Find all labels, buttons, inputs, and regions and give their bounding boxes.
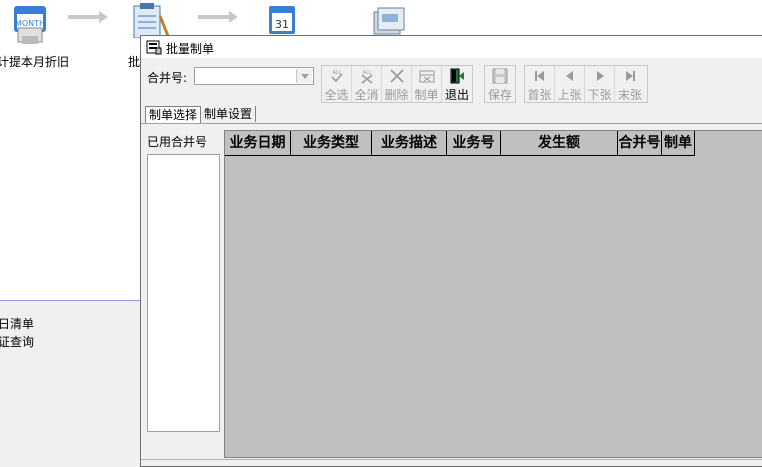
tab-voucher-selection[interactable]: 制单选择 xyxy=(145,106,202,123)
first-icon xyxy=(535,71,544,81)
tab-voucher-settings[interactable]: 制单设置 xyxy=(201,106,257,122)
column-business-number[interactable]: 业务号 xyxy=(447,131,501,156)
calendar-month-icon[interactable]: MONTH xyxy=(10,2,50,46)
merge-number-select[interactable] xyxy=(194,67,314,85)
previous-record-label: 上张 xyxy=(557,88,582,102)
document-stack-icon[interactable] xyxy=(368,2,408,36)
save-label: 保存 xyxy=(487,88,512,102)
used-merge-numbers-label: 已用合并号 xyxy=(147,135,208,149)
delete-x-icon xyxy=(390,69,404,83)
last-record-button[interactable]: 末张 xyxy=(615,66,645,102)
first-record-label: 首张 xyxy=(527,88,552,102)
column-business-description[interactable]: 业务描述 xyxy=(372,131,447,156)
next-record-label: 下张 xyxy=(587,88,612,102)
delete-button[interactable]: 删除 xyxy=(382,66,412,102)
first-record-button[interactable]: 首张 xyxy=(525,66,555,102)
make-voucher-label: 制单 xyxy=(414,88,439,102)
next-icon xyxy=(597,71,604,81)
svg-text:ALL: ALL xyxy=(363,70,372,76)
select-all-button[interactable]: ALL 全选 xyxy=(322,66,352,102)
delete-label: 删除 xyxy=(384,88,409,102)
column-business-date[interactable]: 业务日期 xyxy=(225,131,291,156)
column-merge-number[interactable]: 合并号 xyxy=(618,131,662,156)
chevron-down-icon[interactable] xyxy=(296,69,312,83)
app-icon xyxy=(146,40,162,55)
calendar-day-icon[interactable]: 31 xyxy=(265,2,301,36)
batch-voucher-dialog: 批量制单 合并号: ALL 全选 ALL 全消 删除 制单 退出 保存 首张 上… xyxy=(140,35,762,467)
side-link-daily-list[interactable]: 日清单 xyxy=(0,315,34,332)
save-button[interactable]: 保存 xyxy=(485,66,515,102)
used-merge-numbers-list[interactable] xyxy=(147,154,220,432)
dialog-title: 批量制单 xyxy=(166,42,215,56)
svg-text:MONTH: MONTH xyxy=(15,19,45,28)
save-disk-icon xyxy=(492,68,508,84)
flow-arrow xyxy=(68,11,108,23)
column-make-voucher[interactable]: 制单 xyxy=(662,131,695,156)
column-business-type[interactable]: 业务类型 xyxy=(291,131,372,156)
flow-label-depreciation[interactable]: 计提本月折旧 xyxy=(0,53,69,70)
select-all-icon: ALL xyxy=(331,70,343,83)
exit-label: 退出 xyxy=(444,88,469,102)
tab-strip: 制单选择 制单设置 xyxy=(145,106,257,123)
grid-header: 业务日期 业务类型 业务描述 业务号 发生额 合并号 制单 xyxy=(225,131,695,156)
make-voucher-button[interactable]: 制单 xyxy=(412,66,442,102)
deselect-all-label: 全消 xyxy=(354,88,379,102)
workspace-divider xyxy=(0,300,145,301)
deselect-all-icon: ALL xyxy=(361,70,373,84)
side-link-voucher-query[interactable]: 证查询 xyxy=(0,333,34,350)
flow-label-batch[interactable]: 批 xyxy=(128,53,140,70)
column-amount[interactable]: 发生额 xyxy=(501,131,618,156)
svg-text:31: 31 xyxy=(275,18,289,31)
exit-door-icon xyxy=(450,68,464,84)
tab-divider xyxy=(141,123,762,124)
merge-number-label: 合并号: xyxy=(147,71,188,85)
dialog-bottom-edge xyxy=(141,459,762,466)
deselect-all-button[interactable]: ALL 全消 xyxy=(352,66,382,102)
previous-record-button[interactable]: 上张 xyxy=(555,66,585,102)
previous-icon xyxy=(566,71,573,81)
dialog-titlebar[interactable]: 批量制单 xyxy=(141,36,762,58)
business-grid[interactable]: 业务日期 业务类型 业务描述 业务号 发生额 合并号 制单 xyxy=(224,130,762,458)
toolbar-save-group: 保存 xyxy=(484,65,516,103)
flow-arrow xyxy=(198,11,238,23)
toolbar-edit-group: ALL 全选 ALL 全消 删除 制单 退出 xyxy=(321,65,473,103)
next-record-button[interactable]: 下张 xyxy=(585,66,615,102)
select-all-label: 全选 xyxy=(324,88,349,102)
last-icon xyxy=(626,71,635,81)
toolbar-navigation-group: 首张 上张 下张 末张 xyxy=(524,65,648,103)
exit-button[interactable]: 退出 xyxy=(442,66,472,102)
voucher-icon xyxy=(419,70,435,83)
clipboard-list-icon[interactable] xyxy=(130,2,170,38)
last-record-label: 末张 xyxy=(617,88,642,102)
